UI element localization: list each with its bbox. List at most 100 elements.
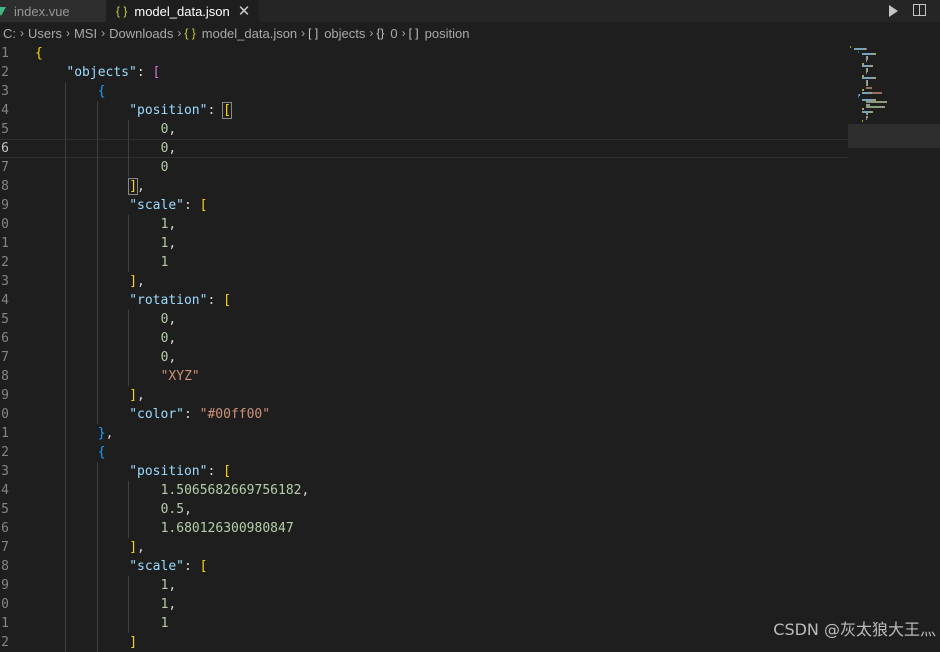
minimap-mark — [867, 58, 868, 60]
editor-actions — [880, 0, 940, 22]
minimap-mark — [866, 118, 867, 120]
breadcrumb-item-users[interactable]: Users — [27, 26, 63, 41]
code-line[interactable]: 11 — [0, 614, 848, 633]
code-line[interactable]: 6 0, — [0, 139, 848, 159]
code-token: : — [183, 559, 200, 574]
indent-guide — [128, 576, 130, 595]
code-line[interactable]: 0 1, — [0, 215, 848, 234]
breadcrumb-item-file[interactable]: model_data.json — [201, 26, 298, 41]
chevron-right-icon: › — [101, 26, 106, 40]
code-line[interactable]: 7], — [0, 538, 848, 557]
indent-guide — [65, 405, 67, 424]
code-line[interactable]: 2 "objects": [ — [0, 63, 848, 82]
line-number: 7 — [1, 160, 9, 175]
tab-model-data-json[interactable]: { } model_data.json ✕ — [106, 0, 259, 22]
indent-guide — [65, 291, 67, 310]
code-line[interactable]: 8 "scale": [ — [0, 557, 848, 576]
chevron-right-icon: › — [369, 26, 374, 40]
editor-ruler — [838, 44, 848, 645]
code-line[interactable]: 1{ — [0, 44, 848, 63]
code-text: { — [98, 443, 106, 462]
code-line[interactable]: 8 "XYZ" — [0, 367, 848, 386]
code-line[interactable]: 8], — [0, 177, 848, 196]
code-line[interactable]: 1 1, — [0, 234, 848, 253]
indent-guide — [65, 500, 67, 519]
code-token: ] — [128, 178, 138, 195]
code-line[interactable]: 9], — [0, 386, 848, 405]
minimap-slider[interactable] — [848, 124, 940, 148]
code-text: 1, — [161, 595, 177, 614]
code-text: 1, — [161, 234, 177, 253]
indent-guide — [96, 481, 98, 500]
code-line[interactable]: 70 — [0, 158, 848, 177]
indent-guide — [96, 595, 98, 614]
code-line[interactable]: 0 1, — [0, 595, 848, 614]
line-number: 0 — [1, 597, 9, 612]
code-line[interactable]: 6 1.680126300980847 — [0, 519, 848, 538]
breadcrumb-item-position[interactable]: position — [424, 26, 471, 41]
minimap-mark — [867, 70, 868, 72]
indent-guide — [65, 481, 67, 500]
run-icon[interactable] — [889, 5, 898, 17]
object-icon: {} — [376, 26, 385, 40]
code-token: 1.5065682669756182 — [160, 483, 302, 498]
breadcrumb-item-drive[interactable]: C: — [2, 26, 17, 41]
code-line[interactable]: 5 0, — [0, 120, 848, 139]
line-number: 6 — [1, 331, 9, 346]
code-editor[interactable]: 1{2 "objects": [3{4 "position": [5 0, 6 0, 7 0 8… — [0, 44, 848, 652]
code-token: , — [168, 312, 177, 327]
code-line[interactable]: 3], — [0, 272, 848, 291]
code-line[interactable]: 4 "position": [ — [0, 101, 848, 120]
json-braces-icon: { } — [116, 4, 128, 18]
code-line[interactable]: 4 1.5065682669756182, — [0, 481, 848, 500]
code-line[interactable]: 1}, — [0, 424, 848, 443]
indent-guide — [96, 101, 98, 120]
indent-guide — [96, 291, 98, 310]
code-line[interactable]: 7 0, — [0, 348, 848, 367]
close-icon[interactable]: ✕ — [238, 2, 251, 20]
code-token: [ — [223, 293, 231, 308]
line-number: 9 — [1, 578, 9, 593]
indent-guide — [65, 329, 67, 348]
code-line[interactable]: 4 "rotation": [ — [0, 291, 848, 310]
indent-guide — [96, 367, 98, 386]
code-token: , — [168, 597, 177, 612]
indent-guide — [128, 310, 130, 329]
line-number: 0 — [1, 407, 9, 422]
code-line[interactable]: 5 0.5, — [0, 500, 848, 519]
breadcrumb-item-objects[interactable]: objects — [323, 26, 366, 41]
tab-index-vue[interactable]: index.vue — [0, 0, 106, 22]
chevron-right-icon: › — [65, 26, 70, 40]
minimap-mark — [858, 50, 859, 53]
code-line[interactable]: 21 — [0, 253, 848, 272]
breadcrumb-item-downloads[interactable]: Downloads — [108, 26, 174, 41]
array-icon: [ ] — [408, 26, 419, 40]
breadcrumb-item-index[interactable]: 0 — [389, 26, 398, 41]
minimap-mark — [886, 101, 887, 104]
code-token: , — [137, 179, 145, 194]
code-text: }, — [98, 424, 114, 443]
breadcrumb-item-msi[interactable]: MSI — [73, 26, 98, 41]
code-line[interactable]: 3{ — [0, 82, 848, 101]
split-editor-icon[interactable] — [913, 4, 926, 16]
indent-guide — [128, 215, 130, 234]
indent-guide — [96, 120, 98, 139]
code-line[interactable]: 9 1, — [0, 576, 848, 595]
code-line[interactable]: 2{ — [0, 443, 848, 462]
code-line[interactable]: 3 "position": [ — [0, 462, 848, 481]
code-line[interactable]: 5 0, — [0, 310, 848, 329]
code-line[interactable]: 0 "color": "#00ff00" — [0, 405, 848, 424]
line-number: 6 — [1, 141, 9, 156]
minimap[interactable] — [848, 44, 940, 244]
code-text: ], — [129, 272, 145, 291]
code-token: [ — [152, 65, 161, 80]
code-line[interactable]: 2] — [0, 633, 848, 652]
minimap-mark — [866, 72, 867, 75]
code-text: 0 — [161, 158, 169, 177]
code-token: : — [136, 65, 153, 80]
minimap-mark — [872, 110, 873, 113]
code-line[interactable]: 9 "scale": [ — [0, 196, 848, 215]
code-line[interactable]: 6 0, — [0, 329, 848, 348]
code-token: "position" — [129, 103, 208, 118]
code-token: , — [105, 426, 114, 441]
